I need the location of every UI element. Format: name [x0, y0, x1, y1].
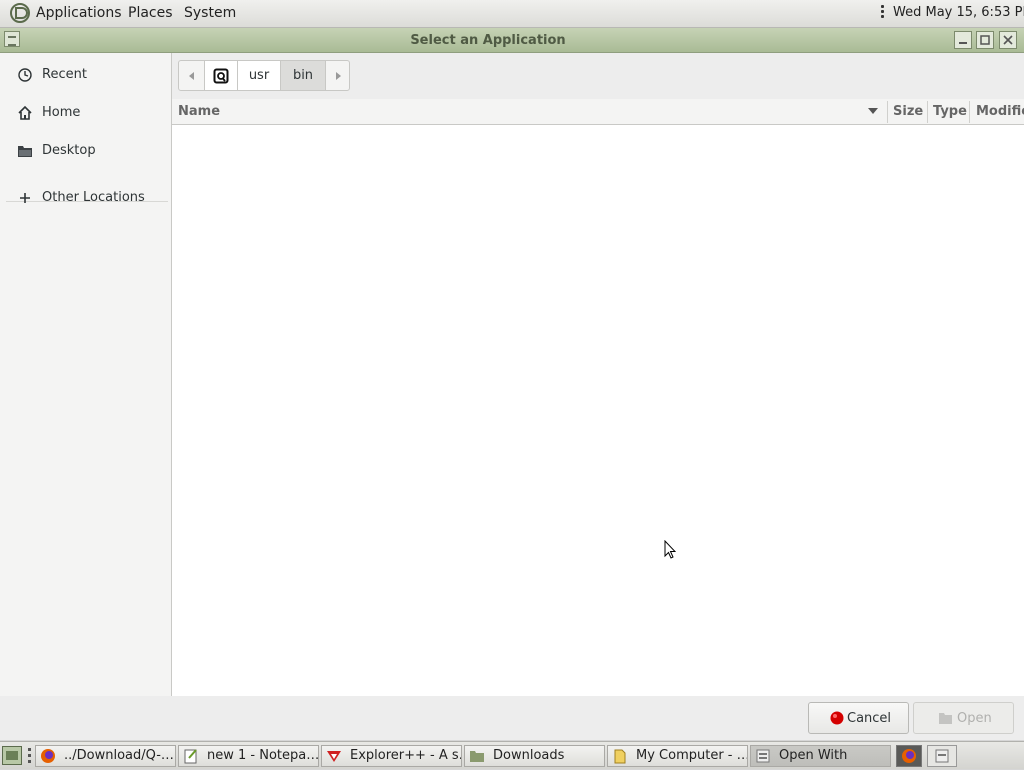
notepad-icon: [184, 749, 197, 764]
task-label: new 1 - Notepa…: [207, 748, 319, 763]
task-label: Open With: [779, 748, 848, 763]
sidebar-item-recent[interactable]: Recent: [0, 60, 170, 90]
desktop-icon: [6, 751, 18, 760]
path-root-button[interactable]: [204, 60, 238, 91]
minimize-icon: [959, 42, 967, 44]
path-scroll-left-button[interactable]: [178, 60, 205, 91]
folder-icon: [470, 751, 484, 762]
sidebar-item-desktop[interactable]: Desktop: [0, 136, 170, 166]
task-my-computer[interactable]: My Computer - …: [607, 745, 748, 767]
workspace-switcher-1[interactable]: [896, 745, 922, 767]
task-label: Explorer++ - A s…: [350, 748, 462, 763]
window-icon: [756, 749, 770, 763]
cancel-button[interactable]: Cancel: [808, 702, 909, 734]
file-list[interactable]: Name Size Type Modifie: [172, 99, 1024, 696]
computer-icon: [614, 749, 626, 764]
path-segment-usr[interactable]: usr: [237, 60, 281, 91]
top-panel: Applications Places System Wed May 15, 6…: [0, 0, 1024, 28]
path-segment-bin[interactable]: bin: [280, 60, 326, 91]
task-label: ../Download/Q-…: [64, 748, 174, 763]
show-desktop-button[interactable]: [2, 746, 22, 765]
sidebar-item-label: Home: [42, 105, 81, 120]
folder-icon: [18, 146, 32, 157]
system-menu[interactable]: System: [184, 5, 236, 21]
firefox-icon: [41, 749, 55, 763]
sidebar-item-home[interactable]: Home: [0, 98, 170, 128]
open-label: Open: [957, 711, 992, 726]
column-separator[interactable]: [927, 101, 928, 123]
places-sidebar: Recent Home Desktop Other Locations: [0, 53, 172, 696]
file-chooser-window: Select an Application Recent Home Deskto…: [0, 28, 1024, 740]
open-button[interactable]: Open: [913, 702, 1014, 734]
taskbar-handle-icon[interactable]: [28, 748, 31, 764]
task-open-with[interactable]: Open With: [750, 745, 891, 767]
home-icon: [18, 105, 32, 120]
task-downloads[interactable]: Downloads: [464, 745, 605, 767]
path-scroll-right-button[interactable]: [325, 60, 350, 91]
column-separator[interactable]: [969, 101, 970, 123]
column-header-row: Name Size Type Modifie: [172, 99, 1024, 125]
task-explorerpp[interactable]: Explorer++ - A s…: [321, 745, 462, 767]
distro-logo-icon[interactable]: [10, 3, 30, 23]
close-button[interactable]: [999, 31, 1017, 49]
panel-handle-icon[interactable]: [881, 5, 885, 23]
maximize-icon: [980, 35, 990, 45]
close-icon: [1003, 35, 1013, 45]
column-separator[interactable]: [887, 101, 888, 123]
column-size[interactable]: Size: [893, 104, 923, 119]
firefox-icon: [902, 749, 916, 763]
folder-open-icon: [939, 713, 952, 724]
sidebar-item-label: Other Locations: [42, 190, 145, 205]
window-title: Select an Application: [410, 33, 566, 48]
task-firefox-download[interactable]: ../Download/Q-…: [35, 745, 176, 767]
plus-icon: [20, 193, 30, 203]
task-notepad[interactable]: new 1 - Notepa…: [178, 745, 319, 767]
minimize-button[interactable]: [954, 31, 972, 49]
explorer-icon: [327, 751, 341, 762]
sidebar-item-other-locations[interactable]: Other Locations: [0, 183, 170, 213]
stop-icon: [830, 711, 844, 725]
clock-icon: [18, 68, 32, 82]
mouse-pointer-icon: [664, 540, 676, 559]
clock[interactable]: Wed May 15, 6:53 PM: [893, 5, 1024, 20]
sort-descending-icon[interactable]: [868, 108, 878, 116]
column-type[interactable]: Type: [933, 104, 967, 119]
applications-menu[interactable]: Applications: [36, 5, 122, 21]
places-menu[interactable]: Places: [128, 5, 173, 21]
drive-icon: [213, 68, 229, 84]
task-label: Downloads: [493, 748, 565, 763]
maximize-button[interactable]: [976, 31, 994, 49]
column-name[interactable]: Name: [178, 104, 220, 119]
taskbar: ../Download/Q-… new 1 - Notepa… Explorer…: [0, 741, 1024, 769]
sidebar-item-label: Desktop: [42, 143, 96, 158]
chevron-right-icon: [335, 72, 341, 80]
window-icon: [935, 749, 949, 763]
cancel-label: Cancel: [847, 711, 892, 726]
title-bar[interactable]: Select an Application: [0, 28, 1024, 53]
workspace-switcher-2[interactable]: [927, 745, 957, 767]
sidebar-item-label: Recent: [42, 67, 87, 82]
chevron-left-icon: [188, 72, 194, 80]
column-modified[interactable]: Modifie: [976, 104, 1024, 119]
task-label: My Computer - …: [636, 748, 748, 763]
